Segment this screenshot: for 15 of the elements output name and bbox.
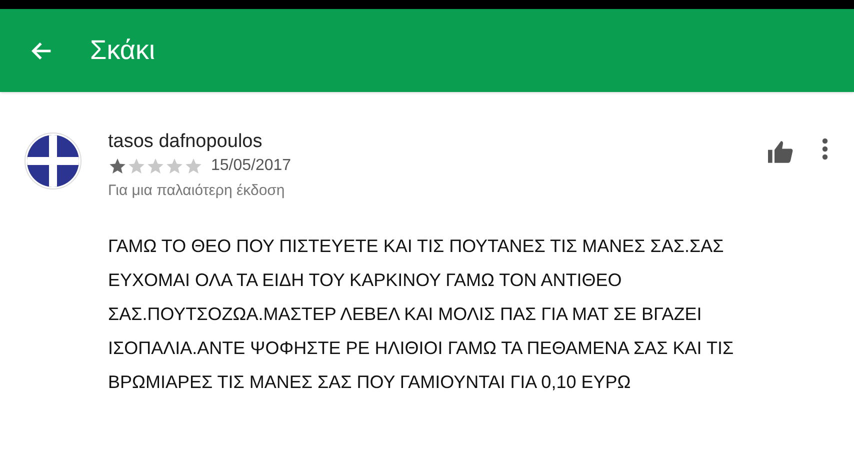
star-icon — [165, 157, 184, 175]
more-options-button[interactable] — [820, 138, 830, 160]
star-icon — [146, 157, 165, 175]
app-bar-title: Σκάκι — [90, 34, 155, 68]
thumbs-up-button[interactable] — [768, 140, 794, 164]
version-note: Για μια παλαιότερη έκδοση — [108, 181, 286, 201]
avatar-icon — [24, 132, 82, 190]
star-icon — [127, 157, 146, 175]
star-icon — [184, 157, 203, 175]
more-vertical-icon — [822, 138, 828, 160]
review-text: ΓΑΜΩ ΤΟ ΘΕΟ ΠΟΥ ΠΙΣΤΕΥΕΤΕ ΚΑΙ ΤΙΣ ΠΟΥΤΑΝΕΣ ΤΙΣ ΜΑΝΕΣ ΣΑΣ.ΣΑΣ ΕΥΧΟΜΑΙ ΟΛΑ ΤΑ ΕΙΔΗ ΤΟΥ ΚΑΡΚΙΝΟΥ ΓΑΜΩ ΤΟΝ ΑΝΤΙΘΕΟ ΣΑΣ.ΠΟΥΤΣΟΖΩΑ.ΜΑΣΤΕΡ ΛΕΒΕΛ ΚΑΙ ΜΟΛΙΣ ΠΑΣ ΓΙΑ ΜΑΤ ΣΕ ΒΓΑΖΕΙ ΙΣΟΠΑΛΙΑ.ΑΝΤΕ ΨΟΦΗΣΤΕ ΡΕ ΗΛΙΘΙΟΙ ΓΑΜΩ ΤΑ ΠΕΘΑΜΕΝΑ ΣΑΣ ΚΑΙ ΤΙΣ ΒΡΩΜΙΑΡΕΣ ΤΙΣ ΜΑΝΕΣ ΣΑΣ ΠΟΥ ΓΑΜΙΟΥΝΤΑΙ ΓΙΑ 0,10 ΕΥΡΩ — [108, 234, 735, 394]
star-icon — [108, 157, 127, 175]
reviewer-name: tasos dafnopoulos — [108, 130, 264, 154]
review-date: 15/05/2017 — [211, 156, 292, 176]
thumbs-up-icon — [768, 140, 794, 164]
